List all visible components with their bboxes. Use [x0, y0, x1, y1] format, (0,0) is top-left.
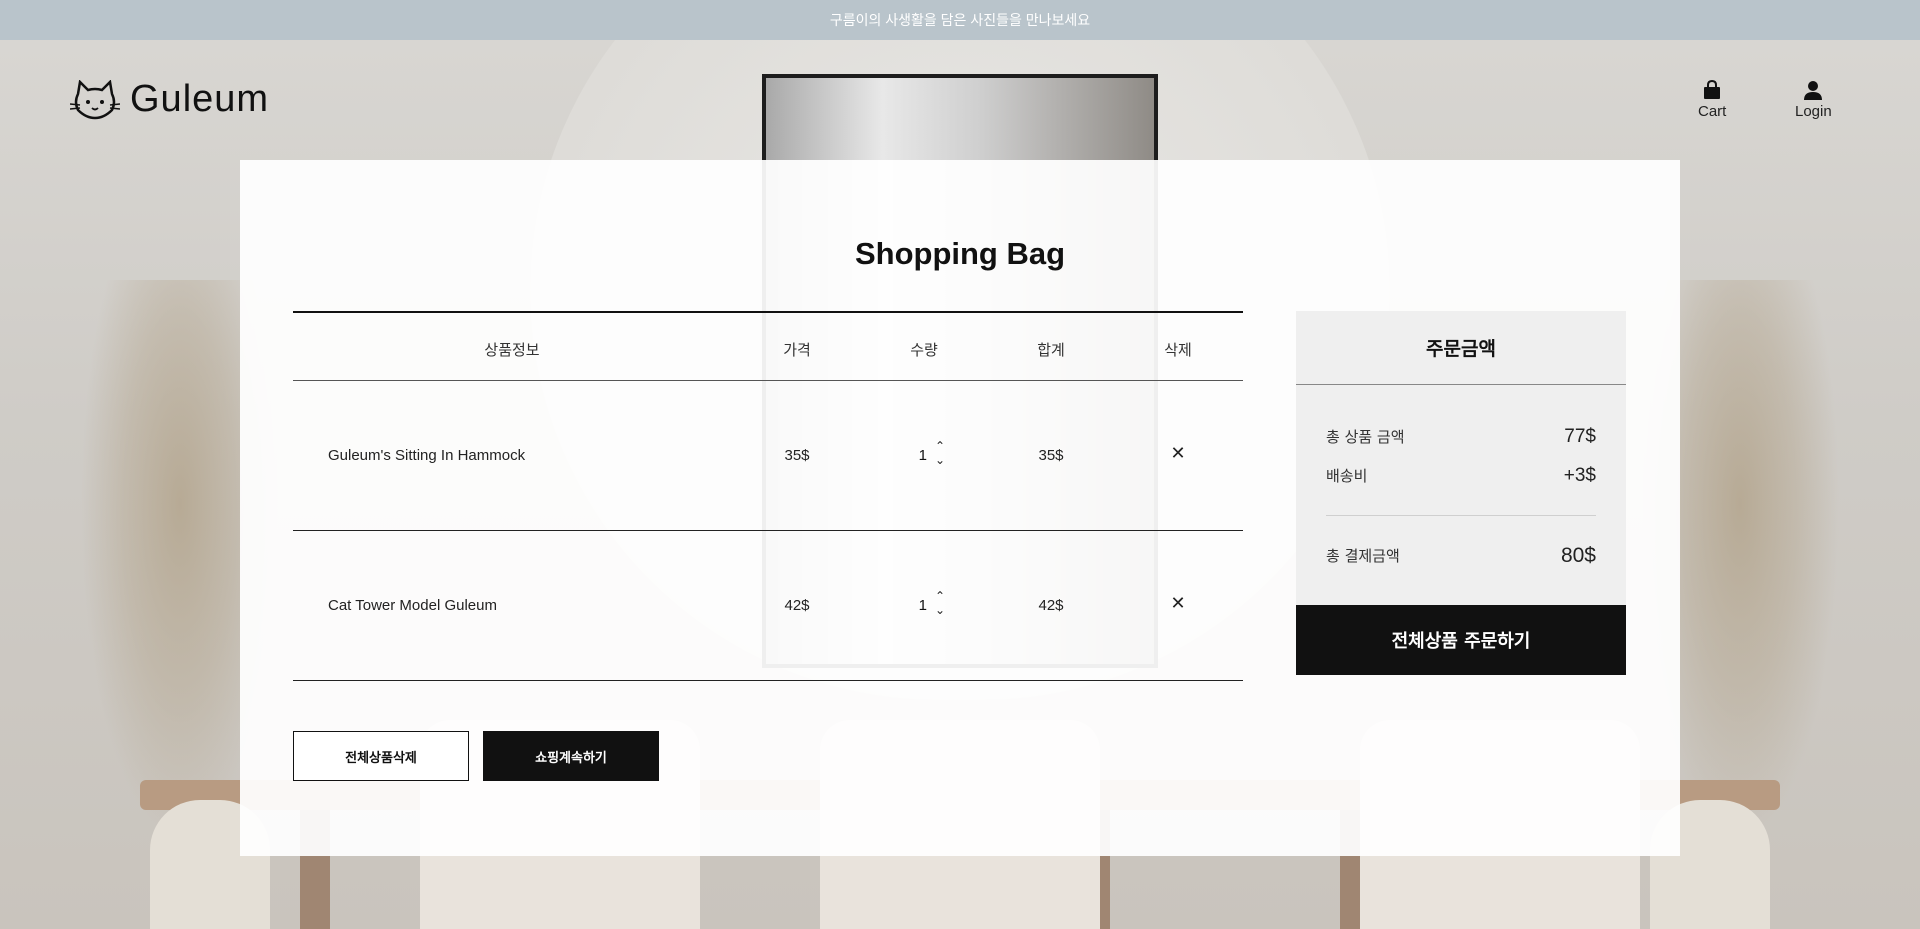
- cart-table: 상품정보 가격 수량 합계 삭제 Guleum's Sitting In Ham…: [293, 311, 1243, 681]
- cart-actions: 전체상품삭제 쇼핑계속하기: [293, 731, 659, 781]
- column-header-price: 가격: [783, 342, 811, 359]
- shipping-label: 배송비: [1326, 467, 1368, 485]
- product-price: 42$: [784, 597, 810, 614]
- subtotal-label: 총 상품 금액: [1326, 428, 1405, 446]
- shopping-bag-icon: [1704, 80, 1721, 99]
- product-name[interactable]: Guleum's Sitting In Hammock: [328, 447, 525, 464]
- product-total: 35$: [1038, 447, 1064, 464]
- page-title: Shopping Bag: [854, 236, 1066, 271]
- summary-total: 총 결제금액 80$: [1326, 536, 1596, 595]
- summary-subtotal: 총 상품 금액 77$: [1326, 417, 1596, 456]
- summary-divider: [1326, 515, 1596, 516]
- quantity-value[interactable]: 1: [903, 597, 927, 614]
- chevron-down-icon[interactable]: ⌄: [935, 604, 945, 619]
- login-label: Login: [1795, 103, 1832, 120]
- product-total: 42$: [1038, 597, 1064, 614]
- delete-all-button[interactable]: 전체상품삭제: [293, 731, 469, 781]
- quantity-stepper[interactable]: 1 ⌃ ⌄: [903, 590, 945, 619]
- continue-shopping-button[interactable]: 쇼핑계속하기: [483, 731, 659, 781]
- table-row: Guleum's Sitting In Hammock 35$ 1 ⌃ ⌄ 35…: [293, 381, 1243, 531]
- shopping-bag-panel: Shopping Bag 상품정보 가격 수량 합계 삭제 Guleum's S…: [240, 160, 1680, 856]
- subtotal-value: 77$: [1564, 425, 1596, 447]
- order-summary: 주문금액 총 상품 금액 77$ 배송비 +3$ 총 결제금액 80$ 전체상품…: [1296, 311, 1626, 675]
- total-label: 총 결제금액: [1326, 547, 1400, 565]
- total-value: 80$: [1560, 543, 1596, 567]
- summary-title: 주문금액: [1296, 311, 1626, 385]
- summary-shipping: 배송비 +3$: [1326, 456, 1596, 495]
- column-header-delete: 삭제: [1164, 342, 1192, 359]
- brand-name: Guleum: [130, 78, 270, 120]
- column-header-product: 상품정보: [484, 342, 540, 359]
- quantity-stepper[interactable]: 1 ⌃ ⌄: [903, 440, 945, 469]
- table-row: Cat Tower Model Guleum 42$ 1 ⌃ ⌄ 42$ ✕: [293, 531, 1243, 681]
- order-all-button[interactable]: 전체상품 주문하기: [1296, 605, 1626, 675]
- banner-text: 구름이의 사생활을 담은 사진들을 만나보세요: [829, 12, 1091, 28]
- column-header-total: 합계: [1037, 342, 1065, 359]
- quantity-value[interactable]: 1: [903, 447, 927, 464]
- cart-label: Cart: [1698, 103, 1727, 120]
- cat-icon: [70, 79, 120, 119]
- product-price: 35$: [784, 447, 810, 464]
- logo[interactable]: Guleum: [70, 78, 269, 121]
- summary-body: 총 상품 금액 77$ 배송비 +3$ 총 결제금액 80$: [1296, 385, 1626, 605]
- close-icon[interactable]: ✕: [1170, 443, 1185, 464]
- close-icon[interactable]: ✕: [1170, 593, 1185, 614]
- product-name[interactable]: Cat Tower Model Guleum: [328, 597, 497, 614]
- top-banner: 구름이의 사생활을 담은 사진들을 만나보세요: [0, 0, 1920, 40]
- login-link[interactable]: Login: [1795, 80, 1832, 120]
- cart-table-header: 상품정보 가격 수량 합계 삭제: [293, 311, 1243, 381]
- shipping-value: +3$: [1563, 464, 1596, 486]
- column-header-quantity: 수량: [910, 342, 938, 359]
- cart-link[interactable]: Cart: [1698, 80, 1726, 120]
- chevron-down-icon[interactable]: ⌄: [935, 454, 945, 469]
- user-icon: [1804, 81, 1823, 100]
